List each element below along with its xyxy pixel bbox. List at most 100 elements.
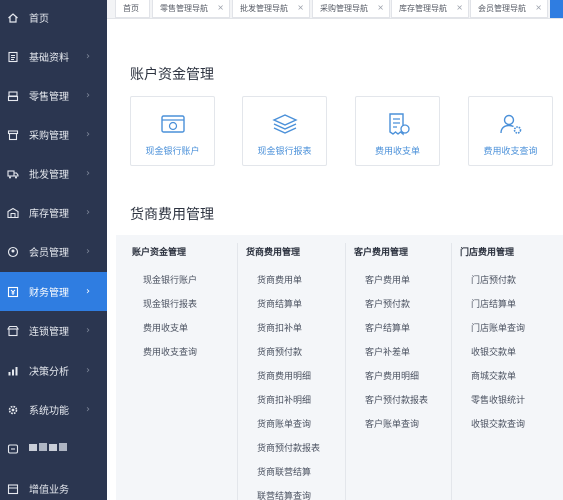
home-icon bbox=[7, 12, 19, 24]
nav-link[interactable]: 客户预付款 bbox=[365, 297, 410, 310]
retail-icon bbox=[7, 90, 19, 102]
sidebar-item-label: 批发管理 bbox=[29, 170, 69, 181]
main-content: 账户资金管理 现金银行账户 现金银行报表 费用收支单 费用收支查询 货商费用管理… bbox=[107, 19, 563, 500]
sidebar-item-label: 连锁管理 bbox=[29, 327, 69, 338]
chevron-right-icon: › bbox=[86, 90, 90, 101]
sidebar-item-purchase[interactable]: 采购管理 › bbox=[0, 115, 107, 154]
card-label: 现金银行账户 bbox=[145, 147, 200, 157]
close-icon[interactable]: × bbox=[217, 3, 224, 12]
sidebar-item-label: 决策分析 bbox=[29, 367, 69, 378]
nav-link[interactable]: 收银交款查询 bbox=[471, 417, 525, 430]
tab-wholesale-nav[interactable]: 批发管理导航 × bbox=[232, 0, 310, 18]
sidebar-item-analysis[interactable]: 决策分析 › bbox=[0, 351, 107, 390]
sidebar-item-finance[interactable]: 财务管理 › bbox=[0, 272, 107, 311]
nav-link[interactable]: 商城交款单 bbox=[471, 369, 516, 382]
tab-home[interactable]: 首页 bbox=[115, 0, 150, 18]
sidebar-item-chain[interactable]: 连锁管理 › bbox=[0, 311, 107, 350]
section-title-vendor-expense: 货商费用管理 bbox=[130, 207, 214, 223]
bank-account-icon bbox=[160, 112, 186, 136]
tab-label: 采购管理导航 bbox=[320, 4, 368, 13]
nav-link[interactable]: 客户账单查询 bbox=[365, 417, 419, 430]
receipt-icon bbox=[385, 112, 411, 136]
column-divider bbox=[451, 243, 452, 500]
finance-icon bbox=[7, 286, 19, 298]
nav-link[interactable]: 客户补差单 bbox=[365, 345, 410, 358]
nav-link[interactable]: 费用收支单 bbox=[143, 321, 188, 334]
nav-link[interactable]: 货商费用单 bbox=[257, 273, 302, 286]
nav-link[interactable]: 联营结算查询 bbox=[257, 489, 311, 500]
sidebar-item-member[interactable]: 会员管理 › bbox=[0, 232, 107, 271]
tab-member-nav[interactable]: 会员管理导航 × bbox=[470, 0, 548, 18]
nav-link[interactable]: 货商预付款报表 bbox=[257, 441, 320, 454]
column-divider bbox=[345, 243, 346, 500]
column-heading: 客户费用管理 bbox=[354, 248, 409, 258]
sidebar-item-wholesale[interactable]: 批发管理 › bbox=[0, 154, 107, 193]
nav-link[interactable]: 客户结算单 bbox=[365, 321, 410, 334]
close-icon[interactable]: × bbox=[535, 3, 542, 12]
sidebar-item-retail[interactable]: 零售管理 › bbox=[0, 76, 107, 115]
sidebar-item-inventory[interactable]: 库存管理 › bbox=[0, 193, 107, 232]
chevron-right-icon: › bbox=[86, 207, 90, 218]
nav-link[interactable]: 费用收支查询 bbox=[143, 345, 197, 358]
nav-link[interactable]: 现金银行报表 bbox=[143, 297, 197, 310]
sidebar-item-label: 库存管理 bbox=[29, 209, 69, 220]
nav-link[interactable]: 现金银行账户 bbox=[143, 273, 197, 286]
close-icon[interactable]: × bbox=[377, 3, 384, 12]
nav-link[interactable]: 货商结算单 bbox=[257, 297, 302, 310]
truck-icon bbox=[7, 168, 19, 180]
tab-inventory-nav[interactable]: 库存管理导航 × bbox=[391, 0, 469, 18]
close-icon[interactable]: × bbox=[456, 3, 463, 12]
chevron-right-icon: › bbox=[86, 129, 90, 140]
gear-icon bbox=[7, 404, 19, 416]
layers-report-icon bbox=[272, 112, 298, 136]
nav-link[interactable]: 货商费用明细 bbox=[257, 369, 311, 382]
sidebar-item-logo[interactable] bbox=[0, 429, 107, 468]
column-heading: 货商费用管理 bbox=[246, 248, 301, 258]
nav-link[interactable]: 零售收银统计 bbox=[471, 393, 525, 406]
card-label: 费用收支单 bbox=[374, 147, 420, 157]
nav-link[interactable]: 收银交款单 bbox=[471, 345, 516, 358]
sidebar-item-basic-data[interactable]: 基础资料 › bbox=[0, 37, 107, 76]
nav-link[interactable]: 货商扣补单 bbox=[257, 321, 302, 334]
tab-label: 首页 bbox=[123, 4, 139, 13]
close-icon[interactable]: × bbox=[297, 3, 304, 12]
chevron-right-icon: › bbox=[86, 325, 90, 336]
chart-icon bbox=[7, 365, 19, 377]
sidebar-item-label: 增值业务 bbox=[29, 485, 69, 496]
sidebar-item-value-added[interactable]: 增值业务 bbox=[0, 469, 107, 500]
card-bank-account[interactable]: 现金银行账户 bbox=[130, 96, 215, 166]
tab-retail-nav[interactable]: 零售管理导航 × bbox=[152, 0, 230, 18]
tab-label: 库存管理导航 bbox=[399, 4, 447, 13]
column-heading: 账户资金管理 bbox=[132, 248, 187, 258]
nav-link[interactable]: 货商扣补明细 bbox=[257, 393, 311, 406]
nav-link[interactable]: 门店账单查询 bbox=[471, 321, 525, 334]
tab-bar: 首页 零售管理导航 × 批发管理导航 × 采购管理导航 × 库存管理导航 × 会… bbox=[107, 0, 563, 19]
card-label: 费用收支查询 bbox=[483, 147, 538, 157]
sidebar: 首页 基础资料 › 零售管理 › 采购管理 › 批发管理 › 库存管理 › 会员… bbox=[0, 0, 107, 500]
card-label: 现金银行报表 bbox=[257, 147, 312, 157]
function-navigation-panel: 账户资金管理 现金银行账户 现金银行报表 费用收支单 费用收支查询 货商费用管理… bbox=[116, 235, 563, 500]
sidebar-item-system[interactable]: 系统功能 › bbox=[0, 390, 107, 429]
chevron-right-icon: › bbox=[86, 51, 90, 62]
card-expense-slip[interactable]: 费用收支单 bbox=[355, 96, 440, 166]
member-icon bbox=[7, 246, 19, 258]
purchase-icon bbox=[7, 129, 19, 141]
nav-link[interactable]: 货商预付款 bbox=[257, 345, 302, 358]
tab-label: 零售管理导航 bbox=[160, 4, 208, 13]
user-settings-icon bbox=[498, 112, 524, 136]
value-added-icon bbox=[7, 483, 19, 495]
nav-link[interactable]: 客户费用单 bbox=[365, 273, 410, 286]
document-icon bbox=[7, 51, 19, 63]
nav-link[interactable]: 门店结算单 bbox=[471, 297, 516, 310]
sidebar-item-home[interactable]: 首页 bbox=[0, 0, 107, 37]
nav-link[interactable]: 货商账单查询 bbox=[257, 417, 311, 430]
logo-icon bbox=[7, 443, 19, 455]
tab-purchase-nav[interactable]: 采购管理导航 × bbox=[312, 0, 390, 18]
card-expense-query[interactable]: 费用收支查询 bbox=[468, 96, 553, 166]
nav-link[interactable]: 货商联营结算 bbox=[257, 465, 311, 478]
card-bank-report[interactable]: 现金银行报表 bbox=[242, 96, 327, 166]
tab-active-finance[interactable] bbox=[550, 0, 563, 18]
nav-link[interactable]: 客户费用明细 bbox=[365, 369, 419, 382]
nav-link[interactable]: 门店预付款 bbox=[471, 273, 516, 286]
nav-link[interactable]: 客户预付款报表 bbox=[365, 393, 428, 406]
